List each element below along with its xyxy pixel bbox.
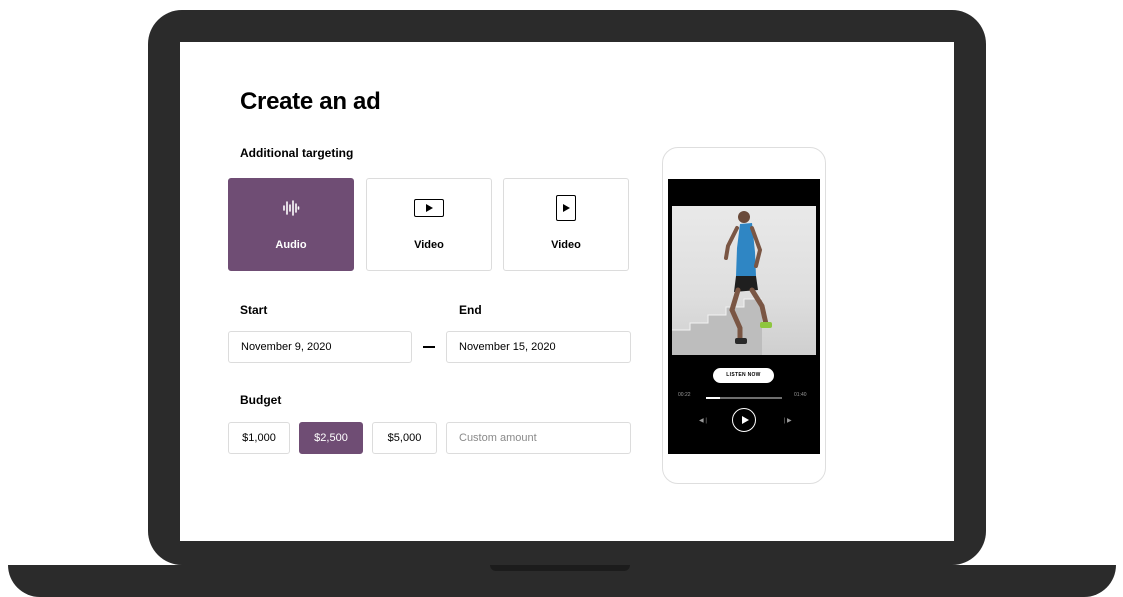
page-title: Create an ad bbox=[240, 88, 381, 115]
budget-option-5000[interactable]: $5,000 bbox=[372, 422, 437, 454]
previous-icon[interactable]: ◀❘ bbox=[699, 417, 709, 424]
progress-fill bbox=[706, 397, 720, 399]
progress-bar[interactable] bbox=[706, 397, 782, 399]
end-date-field[interactable]: November 15, 2020 bbox=[446, 331, 631, 363]
play-button[interactable] bbox=[732, 408, 756, 432]
audio-wave-icon bbox=[229, 199, 353, 217]
custom-amount-input[interactable]: Custom amount bbox=[446, 422, 631, 454]
budget-label: Budget bbox=[240, 393, 282, 407]
phone-preview: LISTEN NOW 00:22 01:40 ◀❘ ❘▶ bbox=[662, 147, 826, 484]
next-icon[interactable]: ❘▶ bbox=[782, 417, 792, 424]
targeting-option-audio[interactable]: Audio bbox=[228, 178, 354, 271]
start-date-field[interactable]: November 9, 2020 bbox=[228, 331, 412, 363]
targeting-option-label: Audio bbox=[275, 239, 307, 251]
budget-option-2500[interactable]: $2,500 bbox=[299, 422, 363, 454]
runner-figure bbox=[724, 211, 772, 344]
laptop-notch bbox=[490, 565, 630, 571]
duration-time: 01:40 bbox=[794, 392, 807, 398]
start-label: Start bbox=[240, 303, 268, 317]
card-icon-wrap bbox=[504, 195, 628, 221]
play-icon bbox=[741, 416, 749, 424]
date-range-separator bbox=[423, 346, 435, 348]
targeting-label: Additional targeting bbox=[240, 146, 354, 160]
card-icon-wrap bbox=[367, 199, 491, 217]
budget-option-1000[interactable]: $1,000 bbox=[228, 422, 290, 454]
video-landscape-icon bbox=[414, 199, 444, 217]
targeting-option-video-landscape[interactable]: Video bbox=[366, 178, 492, 271]
phone-screen: LISTEN NOW 00:22 01:40 ◀❘ ❘▶ bbox=[668, 179, 820, 454]
laptop-screen: Create an ad Additional targeting Audio … bbox=[180, 42, 954, 541]
listen-now-button[interactable]: LISTEN NOW bbox=[713, 368, 774, 383]
targeting-option-label: Video bbox=[551, 239, 581, 251]
video-portrait-icon bbox=[556, 195, 576, 221]
end-label: End bbox=[459, 303, 482, 317]
targeting-option-label: Video bbox=[414, 239, 444, 251]
targeting-option-video-portrait[interactable]: Video bbox=[503, 178, 629, 271]
elapsed-time: 00:22 bbox=[678, 392, 691, 398]
ad-image bbox=[672, 206, 816, 355]
